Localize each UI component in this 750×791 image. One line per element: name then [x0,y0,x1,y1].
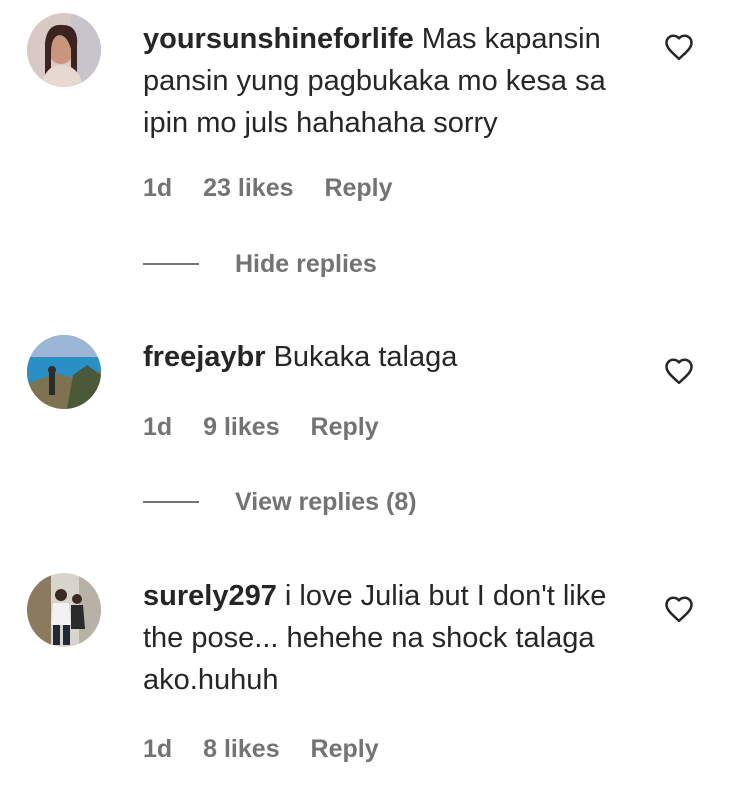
comment-username[interactable]: yoursunshineforlife [143,23,414,55]
avatar[interactable] [27,573,101,647]
comment-username[interactable]: surely297 [143,580,277,612]
comment-meta: 1d 8 likes Reply [143,734,403,764]
likes-count[interactable]: 8 likes [203,735,279,763]
replies-divider-line [143,263,199,265]
likes-count[interactable]: 9 likes [203,413,279,441]
replies-divider-line [143,501,199,503]
comment-username[interactable]: freejaybr [143,341,266,373]
hide-replies-button[interactable]: Hide replies [143,249,377,279]
avatar-image [27,335,101,409]
heart-icon[interactable] [664,595,694,623]
comment-text: yoursunshineforlife Mas kapansin pansin … [143,18,638,144]
comment-text: freejaybr Bukaka talaga [143,336,638,378]
comment-text: surely297 i love Julia but I don't like … [143,575,638,701]
view-replies-button[interactable]: View replies (8) [143,487,417,517]
reply-button[interactable]: Reply [324,174,392,202]
comment-time: 1d [143,735,173,763]
replies-toggle-label: View replies (8) [235,488,417,516]
heart-icon[interactable] [664,357,694,385]
avatar-image [27,573,101,647]
reply-button[interactable]: Reply [311,413,379,441]
avatar-image [27,13,101,87]
heart-icon[interactable] [664,33,694,61]
comment-meta: 1d 9 likes Reply [143,412,403,442]
comment-content: Bukaka talaga [273,341,458,373]
replies-toggle-label: Hide replies [235,250,377,278]
comment-time: 1d [143,413,173,441]
reply-button[interactable]: Reply [311,735,379,763]
avatar[interactable] [27,335,101,409]
avatar[interactable] [27,13,101,87]
likes-count[interactable]: 23 likes [203,174,293,202]
comment-time: 1d [143,174,173,202]
comment-meta: 1d 23 likes Reply [143,173,417,203]
